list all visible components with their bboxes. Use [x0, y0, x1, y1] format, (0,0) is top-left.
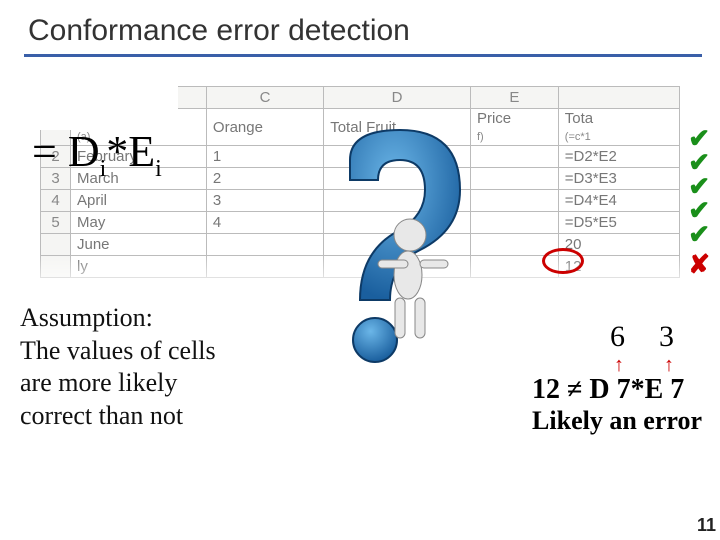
formula: = Di*Ei: [32, 126, 162, 183]
inequality-line: 12 ≠ D 7*E 7: [532, 374, 702, 406]
check-icon: ✔: [688, 222, 710, 246]
cross-icon: ✘: [688, 252, 710, 276]
rh: 4: [41, 190, 71, 212]
conformance-marks: ✔ ✔ ✔ ✔ ✔ ✘: [688, 126, 710, 276]
rh: [41, 234, 71, 256]
hdr-total-s: (=c*1: [565, 131, 591, 143]
error-circle-annotation: [542, 248, 584, 274]
rh: 5: [41, 212, 71, 234]
assumption-l4: correct than not: [20, 400, 300, 433]
formula-sub-i2: i: [155, 156, 162, 182]
formula-lhs: = D: [32, 127, 100, 176]
slide-title: Conformance error detection: [0, 0, 720, 54]
value-d7: 6: [610, 320, 625, 353]
title-underline: [24, 54, 702, 57]
formula-mid: *E: [106, 127, 155, 176]
assumption-l2: The values of cells: [20, 335, 300, 368]
col-f: [558, 87, 679, 109]
formula-overlay: = Di*Ei: [12, 60, 178, 130]
value-e7: 3: [659, 320, 674, 353]
arrows: ↑ ↑: [608, 354, 720, 374]
cell: May: [71, 212, 207, 234]
cell: =D2*E2: [558, 146, 679, 168]
arrow-up-icon: ↑: [664, 354, 674, 377]
assumption-l1: Assumption:: [20, 302, 300, 335]
col-d: D: [324, 87, 471, 109]
hdr-total-t: Tota: [565, 110, 593, 127]
cell: =D3*E3: [558, 168, 679, 190]
cell: June: [71, 234, 207, 256]
arrow-up-icon: ↑: [614, 354, 624, 377]
page-number: 11: [697, 515, 716, 536]
hdr-total: Tota (=c*1: [558, 109, 679, 146]
likely-error-line: Likely an error: [532, 406, 702, 436]
col-e: E: [470, 87, 558, 109]
assumption-text: Assumption: The values of cells are more…: [20, 300, 300, 500]
error-equation-block: 6 3 ↑ ↑ 12 ≠ D 7*E 7 Likely an error: [532, 320, 702, 436]
col-c: C: [206, 87, 323, 109]
cell: April: [71, 190, 207, 212]
assumption-l3: are more likely: [20, 367, 300, 400]
cell: =D4*E4: [558, 190, 679, 212]
cell: =D5*E5: [558, 212, 679, 234]
inferred-values: 63: [610, 320, 720, 354]
